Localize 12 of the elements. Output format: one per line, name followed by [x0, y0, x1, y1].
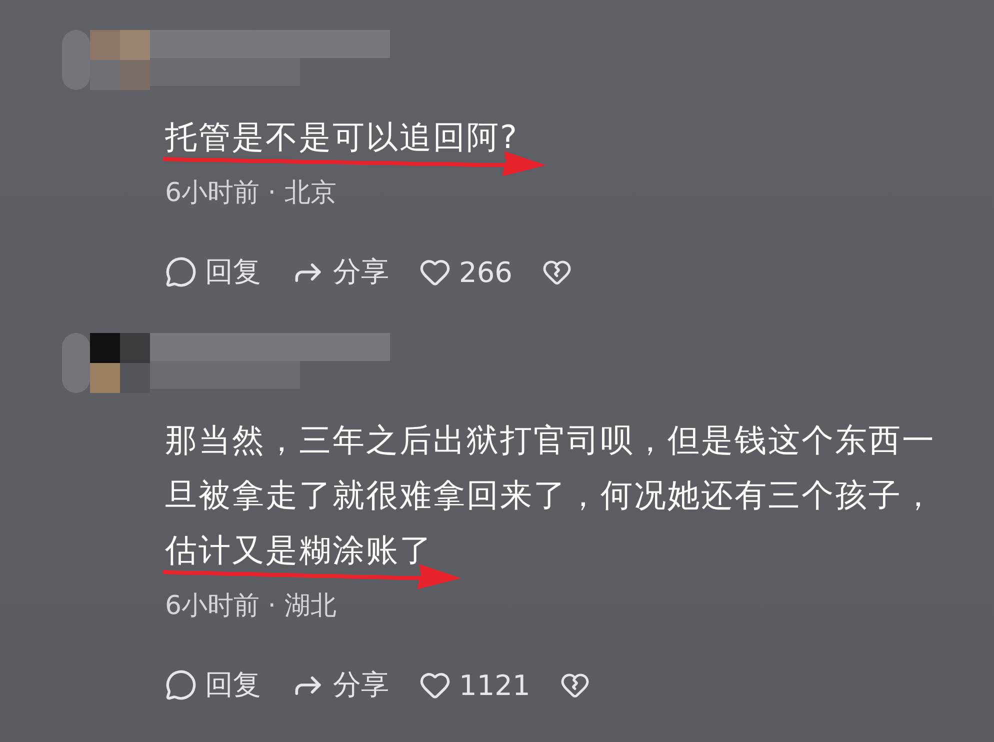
share-button[interactable]: 分享 — [291, 666, 389, 704]
reply-button[interactable]: 回复 — [165, 666, 261, 704]
like-button[interactable]: 266 — [419, 256, 512, 288]
reply-button[interactable]: 回复 — [165, 253, 261, 291]
comment-icon — [165, 256, 197, 288]
like-button[interactable]: 1121 — [419, 668, 530, 702]
comment-text: 托管是不是可以追回阿? — [165, 118, 518, 156]
share-button[interactable]: 分享 — [291, 253, 389, 291]
comment-icon — [165, 669, 197, 701]
comment-meta: 6小时前 · 北京 — [165, 177, 336, 210]
comment-text: 那当然，三年之后出狱打官司呗，但是钱这个东西一旦被拿走了就很难拿回来了，何况她还有三个孩子，估计又是糊涂账了 — [165, 421, 936, 569]
comment-meta: 6小时前 · 湖北 — [165, 590, 336, 623]
